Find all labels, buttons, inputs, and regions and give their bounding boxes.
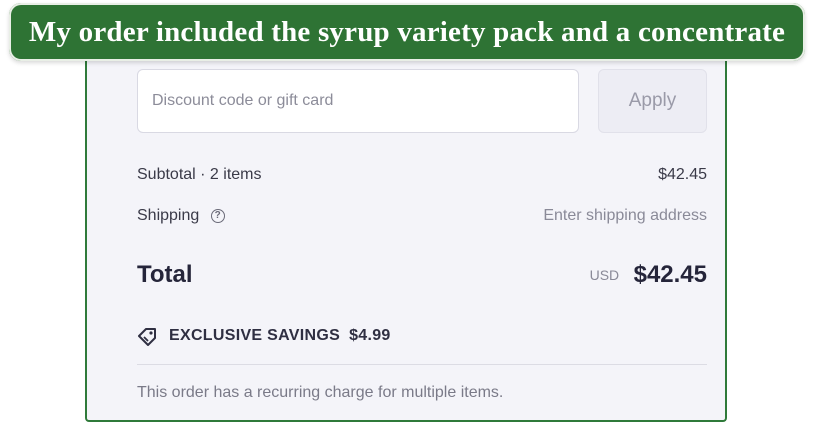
savings-amount: $4.99 (349, 327, 391, 344)
caption-banner: My order included the syrup variety pack… (9, 3, 805, 61)
discount-code-input[interactable] (137, 69, 579, 133)
shipping-label-group: Shipping ? (137, 207, 225, 225)
total-label: Total (137, 261, 193, 288)
savings-label: EXCLUSIVE SAVINGS (169, 327, 341, 344)
total-row: Total USD $42.45 (137, 261, 707, 289)
currency-code: USD (589, 267, 620, 283)
shipping-label: Shipping (137, 207, 200, 224)
shipping-row: Shipping ? Enter shipping address (137, 207, 707, 225)
total-value: $42.45 (633, 261, 707, 288)
recurring-charge-note: This order has a recurring charge for mu… (137, 384, 504, 401)
exclusive-savings: EXCLUSIVE SAVINGS $4.99 (137, 326, 391, 346)
total-amount-group: USD $42.45 (590, 261, 707, 289)
tag-icon (138, 328, 156, 346)
caption-text: My order included the syrup variety pack… (28, 15, 786, 48)
divider (137, 364, 707, 365)
subtotal-label: Subtotal · 2 items (137, 166, 262, 183)
subtotal-row: Subtotal · 2 items $42.45 (137, 166, 707, 184)
subtotal-value: $42.45 (658, 166, 707, 183)
apply-button[interactable]: Apply (598, 69, 707, 133)
question-circle-icon[interactable]: ? (210, 208, 225, 223)
shipping-value: Enter shipping address (543, 207, 707, 224)
